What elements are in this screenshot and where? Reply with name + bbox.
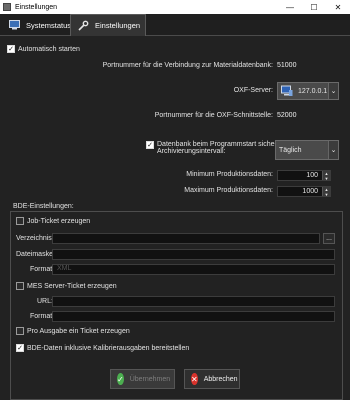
check-icon: ✓ [117, 373, 124, 385]
browse-button[interactable]: ... [323, 233, 335, 244]
port-material-value[interactable]: 51000 [277, 62, 296, 69]
calib-checkbox[interactable]: ✓ [16, 344, 24, 352]
directory-input[interactable] [52, 233, 320, 244]
mes-row[interactable]: MES Server-Ticket erzeugen [16, 282, 117, 290]
backup-label: Datenbank beim Programmstart sichern. [157, 141, 283, 148]
per-output-checkbox[interactable] [16, 327, 24, 335]
autostart-checkbox[interactable]: ✓ [7, 45, 15, 53]
port-material-label: Portnummer für die Verbindung zur Materi… [102, 62, 273, 69]
interval-select[interactable]: Täglich ⌄ [275, 140, 339, 160]
close-button[interactable]: ✕ [326, 0, 350, 14]
min-prod-label: Minimum Produktionsdaten: [186, 171, 273, 178]
wrench-icon [77, 20, 89, 32]
autostart-label: Automatisch starten [18, 45, 80, 53]
job-ticket-row[interactable]: Job-Ticket erzeugen [16, 217, 90, 225]
tab-systemstatus[interactable]: Systemstatus [3, 14, 71, 36]
format-value: XML [57, 265, 72, 272]
settings-panel: ✓ Automatisch starten Portnummer für die… [0, 36, 350, 400]
oxf-server-select[interactable]: 127.0.0.1 ⌄ [277, 82, 339, 100]
chevron-down-icon[interactable]: ⌄ [328, 141, 338, 159]
autostart-row[interactable]: ✓ Automatisch starten [7, 45, 80, 53]
per-output-row[interactable]: Pro Ausgabe ein Ticket erzeugen [16, 327, 130, 335]
calib-row[interactable]: ✓ BDE-Daten inklusive Kalibrierausgaben … [16, 344, 189, 352]
interval-label: Archivierungsintervall: [157, 148, 226, 155]
min-prod-value: 100 [306, 172, 318, 179]
bde-title: BDE-Einstellungen: [13, 203, 74, 210]
filemask-input[interactable] [52, 249, 335, 260]
tab-einstellungen[interactable]: Einstellungen [70, 14, 146, 36]
close-icon: ✕ [191, 373, 198, 385]
title-bar: Einstellungen — ☐ ✕ [0, 0, 350, 14]
oxf-server-label: OXF-Server: [233, 87, 273, 94]
max-prod-value: 1000 [302, 188, 318, 195]
window-title: Einstellungen [15, 3, 58, 11]
format2-label: Format: [30, 313, 55, 320]
job-ticket-checkbox[interactable] [16, 217, 24, 225]
url-label: URL: [37, 298, 53, 305]
apply-button[interactable]: ✓ Übernehmen [110, 369, 175, 389]
cancel-label: Abbrechen [203, 375, 238, 383]
tab-strip: Systemstatus Einstellungen [0, 14, 350, 36]
directory-label: Verzeichnis: [16, 235, 54, 242]
backup-row[interactable]: ✓ Datenbank beim Programmstart sichern. … [146, 141, 283, 155]
tab-systemstatus-label: Systemstatus [26, 20, 72, 30]
interval-value: Täglich [279, 146, 302, 154]
job-ticket-label: Job-Ticket erzeugen [27, 217, 91, 225]
format-select[interactable]: XML [52, 264, 335, 275]
minimize-button[interactable]: — [278, 0, 302, 14]
computer-icon [9, 19, 20, 31]
spinner-arrows-icon[interactable]: ▲ ▼ [322, 187, 330, 197]
format2-select[interactable] [52, 311, 335, 322]
backup-checkbox[interactable]: ✓ [146, 141, 154, 149]
server-icon [281, 85, 293, 97]
calib-label: BDE-Daten inklusive Kalibrierausgaben be… [27, 344, 190, 352]
max-prod-label: Maximum Produktionsdaten: [184, 187, 273, 194]
apply-label: Übernehmen [129, 375, 171, 383]
spinner-arrows-icon[interactable]: ▲ ▼ [322, 171, 330, 181]
filemask-label: Dateimaske: [16, 251, 55, 258]
port-oxf-value[interactable]: 52000 [277, 112, 296, 119]
app-icon [3, 3, 11, 11]
mes-label: MES Server-Ticket erzeugen [27, 282, 117, 290]
format-label: Format: [30, 266, 55, 273]
url-input[interactable] [52, 296, 335, 307]
port-oxf-label: Portnummer für die OXF-Schnittstelle: [154, 112, 273, 119]
min-prod-spinner[interactable]: 100 ▲ ▼ [277, 170, 331, 181]
cancel-button[interactable]: ✕ Abbrechen [184, 369, 240, 389]
oxf-server-value: 127.0.0.1 [298, 87, 328, 95]
max-prod-spinner[interactable]: 1000 ▲ ▼ [277, 186, 331, 197]
per-output-label: Pro Ausgabe ein Ticket erzeugen [27, 327, 130, 335]
tab-einstellungen-label: Einstellungen [95, 21, 141, 30]
maximize-button[interactable]: ☐ [302, 0, 326, 14]
chevron-down-icon[interactable]: ⌄ [328, 83, 338, 99]
mes-checkbox[interactable] [16, 282, 24, 290]
